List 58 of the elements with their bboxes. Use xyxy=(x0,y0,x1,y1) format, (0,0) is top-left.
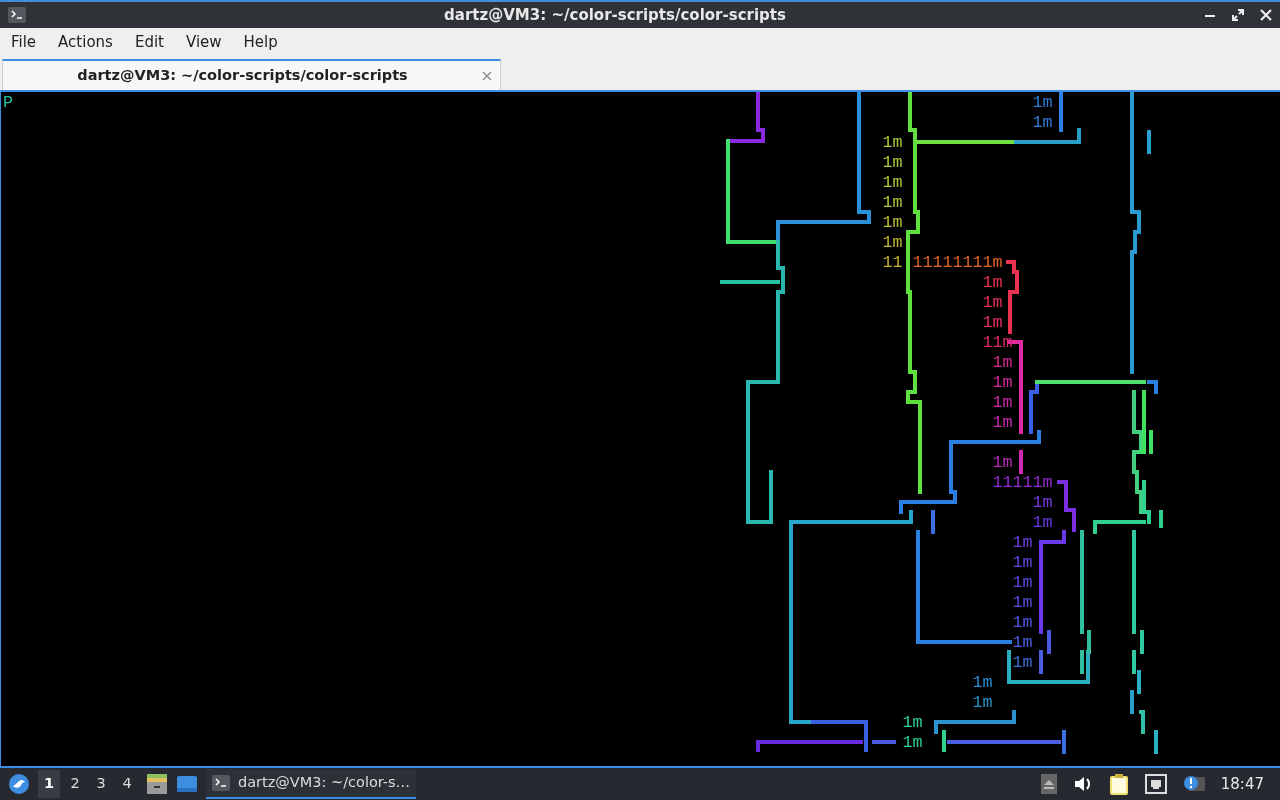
terminal-text: 1m xyxy=(882,133,903,152)
terminal-text: 1m xyxy=(1012,633,1033,652)
taskbar-task[interactable]: dartz@VM3: ~/color-s… xyxy=(206,769,417,799)
terminal-text: 1m xyxy=(992,353,1013,372)
terminal-text: 1m xyxy=(972,673,993,692)
terminal-text: 1m xyxy=(1032,93,1053,112)
clock[interactable]: 18:47 xyxy=(1220,772,1264,796)
terminal-text: 11111111m xyxy=(912,253,1003,272)
menu-item[interactable]: View xyxy=(174,30,233,54)
terminal-text: 11m xyxy=(982,333,1013,352)
network-port-icon[interactable] xyxy=(1144,774,1167,794)
terminal-text: 1m xyxy=(902,713,923,732)
terminal-text: 1m xyxy=(882,153,903,172)
menu-item[interactable]: Edit xyxy=(123,30,175,54)
workspace-button[interactable]: 3 xyxy=(90,770,112,798)
terminal-text: 1m xyxy=(1012,573,1033,592)
speaker-icon[interactable] xyxy=(1072,775,1093,793)
terminal-text: P xyxy=(3,93,13,112)
terminal-text: 1m xyxy=(1012,593,1033,612)
eject-icon[interactable] xyxy=(1040,774,1057,794)
clipboard-icon[interactable] xyxy=(1108,773,1129,795)
terminal-text: 1m xyxy=(882,233,903,252)
workspace-button[interactable]: 4 xyxy=(116,770,138,798)
terminal-text: 1m xyxy=(1012,653,1033,672)
terminal-icon xyxy=(212,775,230,791)
terminal-icon xyxy=(8,7,26,23)
terminal-text: 1m xyxy=(992,393,1013,412)
terminal-text: 1m xyxy=(982,293,1003,312)
terminal-text: 1m xyxy=(982,313,1003,332)
terminal-text: 1m xyxy=(1032,113,1053,132)
terminal-text: 1m xyxy=(882,213,903,232)
terminal-text: 1m xyxy=(1012,613,1033,632)
terminal-text: 1m xyxy=(992,453,1013,472)
menu-item[interactable]: File xyxy=(0,30,48,54)
notification-icon[interactable] xyxy=(1182,774,1205,794)
menu-item[interactable]: Help xyxy=(232,30,289,54)
menu-item[interactable]: Actions xyxy=(47,30,124,54)
terminal-text: 1m xyxy=(972,693,993,712)
terminal-text: 1m xyxy=(982,273,1003,292)
file-cabinet-icon[interactable] xyxy=(146,774,168,794)
maximize-icon[interactable] xyxy=(1232,9,1244,21)
terminal-text: 11 xyxy=(882,253,903,272)
terminal-text: 1m xyxy=(992,373,1013,392)
workspace-button[interactable]: 1 xyxy=(38,770,60,798)
terminal-text: 1m xyxy=(1032,493,1053,512)
terminal-text: 1m xyxy=(1012,533,1033,552)
workspace-button[interactable]: 2 xyxy=(64,770,86,798)
terminal-tab[interactable]: dartz@VM3: ~/color-scripts/color-scripts xyxy=(2,59,501,90)
terminal-text: 1m xyxy=(902,733,923,752)
terminal-text: 1m xyxy=(1012,553,1033,572)
terminal-text: 1m xyxy=(882,193,903,212)
terminal-text: 11111m xyxy=(992,473,1053,492)
terminal-text: 1m xyxy=(1032,513,1053,532)
terminal-text: 1m xyxy=(992,413,1013,432)
start-menu-icon[interactable] xyxy=(8,773,30,795)
terminal-text: 1m xyxy=(882,173,903,192)
window-title: dartz@VM3: ~/color-scripts/color-scripts xyxy=(443,4,787,26)
desktop-icon[interactable] xyxy=(176,775,198,793)
